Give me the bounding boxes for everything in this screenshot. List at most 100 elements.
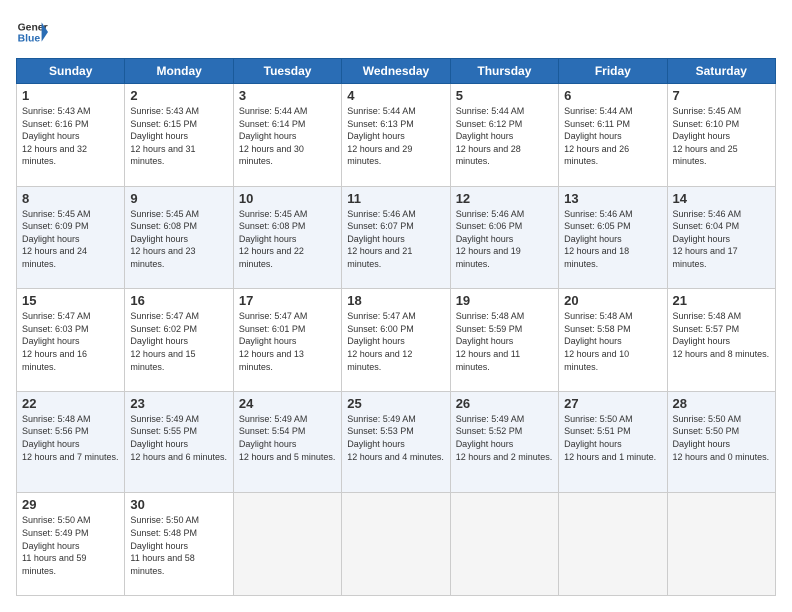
day-number: 11 xyxy=(347,191,444,206)
calendar-week-row: 1 Sunrise: 5:43 AMSunset: 6:16 PMDayligh… xyxy=(17,84,776,187)
table-row: 20 Sunrise: 5:48 AMSunset: 5:58 PMDaylig… xyxy=(559,289,667,392)
day-number: 13 xyxy=(564,191,661,206)
table-row: 19 Sunrise: 5:48 AMSunset: 5:59 PMDaylig… xyxy=(450,289,558,392)
day-info: Sunrise: 5:44 AMSunset: 6:11 PMDaylight … xyxy=(564,106,633,166)
table-row: 28 Sunrise: 5:50 AMSunset: 5:50 PMDaylig… xyxy=(667,391,775,493)
day-info: Sunrise: 5:49 AMSunset: 5:55 PMDaylight … xyxy=(130,414,227,462)
day-info: Sunrise: 5:46 AMSunset: 6:06 PMDaylight … xyxy=(456,209,525,269)
day-number: 5 xyxy=(456,88,553,103)
day-number: 25 xyxy=(347,396,444,411)
day-number: 12 xyxy=(456,191,553,206)
table-row: 7 Sunrise: 5:45 AMSunset: 6:10 PMDayligh… xyxy=(667,84,775,187)
table-row: 17 Sunrise: 5:47 AMSunset: 6:01 PMDaylig… xyxy=(233,289,341,392)
table-row: 30 Sunrise: 5:50 AMSunset: 5:48 PMDaylig… xyxy=(125,493,233,596)
table-row: 11 Sunrise: 5:46 AMSunset: 6:07 PMDaylig… xyxy=(342,186,450,289)
day-info: Sunrise: 5:49 AMSunset: 5:53 PMDaylight … xyxy=(347,414,444,462)
calendar-week-row: 8 Sunrise: 5:45 AMSunset: 6:09 PMDayligh… xyxy=(17,186,776,289)
day-info: Sunrise: 5:47 AMSunset: 6:02 PMDaylight … xyxy=(130,311,199,371)
day-info: Sunrise: 5:50 AMSunset: 5:48 PMDaylight … xyxy=(130,515,199,575)
table-row: 27 Sunrise: 5:50 AMSunset: 5:51 PMDaylig… xyxy=(559,391,667,493)
day-number: 21 xyxy=(673,293,770,308)
day-info: Sunrise: 5:45 AMSunset: 6:08 PMDaylight … xyxy=(130,209,199,269)
day-info: Sunrise: 5:44 AMSunset: 6:13 PMDaylight … xyxy=(347,106,416,166)
day-info: Sunrise: 5:45 AMSunset: 6:10 PMDaylight … xyxy=(673,106,742,166)
table-row: 21 Sunrise: 5:48 AMSunset: 5:57 PMDaylig… xyxy=(667,289,775,392)
day-info: Sunrise: 5:43 AMSunset: 6:15 PMDaylight … xyxy=(130,106,199,166)
table-row: 3 Sunrise: 5:44 AMSunset: 6:14 PMDayligh… xyxy=(233,84,341,187)
table-row: 6 Sunrise: 5:44 AMSunset: 6:11 PMDayligh… xyxy=(559,84,667,187)
day-number: 4 xyxy=(347,88,444,103)
table-row: 29 Sunrise: 5:50 AMSunset: 5:49 PMDaylig… xyxy=(17,493,125,596)
day-number: 7 xyxy=(673,88,770,103)
day-info: Sunrise: 5:49 AMSunset: 5:52 PMDaylight … xyxy=(456,414,553,462)
col-tuesday: Tuesday xyxy=(233,59,341,84)
table-row: 12 Sunrise: 5:46 AMSunset: 6:06 PMDaylig… xyxy=(450,186,558,289)
calendar-week-row: 29 Sunrise: 5:50 AMSunset: 5:49 PMDaylig… xyxy=(17,493,776,596)
table-row: 26 Sunrise: 5:49 AMSunset: 5:52 PMDaylig… xyxy=(450,391,558,493)
day-number: 23 xyxy=(130,396,227,411)
table-row: 23 Sunrise: 5:49 AMSunset: 5:55 PMDaylig… xyxy=(125,391,233,493)
table-row: 13 Sunrise: 5:46 AMSunset: 6:05 PMDaylig… xyxy=(559,186,667,289)
table-row: 18 Sunrise: 5:47 AMSunset: 6:00 PMDaylig… xyxy=(342,289,450,392)
day-number: 30 xyxy=(130,497,227,512)
day-info: Sunrise: 5:48 AMSunset: 5:58 PMDaylight … xyxy=(564,311,633,371)
day-number: 8 xyxy=(22,191,119,206)
table-row: 25 Sunrise: 5:49 AMSunset: 5:53 PMDaylig… xyxy=(342,391,450,493)
calendar-week-row: 22 Sunrise: 5:48 AMSunset: 5:56 PMDaylig… xyxy=(17,391,776,493)
day-number: 19 xyxy=(456,293,553,308)
day-number: 3 xyxy=(239,88,336,103)
day-info: Sunrise: 5:49 AMSunset: 5:54 PMDaylight … xyxy=(239,414,336,462)
day-number: 28 xyxy=(673,396,770,411)
logo-icon: General Blue xyxy=(16,16,48,48)
day-number: 29 xyxy=(22,497,119,512)
table-row: 22 Sunrise: 5:48 AMSunset: 5:56 PMDaylig… xyxy=(17,391,125,493)
day-number: 15 xyxy=(22,293,119,308)
col-monday: Monday xyxy=(125,59,233,84)
day-info: Sunrise: 5:45 AMSunset: 6:09 PMDaylight … xyxy=(22,209,91,269)
calendar-week-row: 15 Sunrise: 5:47 AMSunset: 6:03 PMDaylig… xyxy=(17,289,776,392)
day-number: 1 xyxy=(22,88,119,103)
table-row: 10 Sunrise: 5:45 AMSunset: 6:08 PMDaylig… xyxy=(233,186,341,289)
table-row: 14 Sunrise: 5:46 AMSunset: 6:04 PMDaylig… xyxy=(667,186,775,289)
day-number: 9 xyxy=(130,191,227,206)
day-info: Sunrise: 5:47 AMSunset: 6:03 PMDaylight … xyxy=(22,311,91,371)
day-info: Sunrise: 5:44 AMSunset: 6:12 PMDaylight … xyxy=(456,106,525,166)
day-info: Sunrise: 5:46 AMSunset: 6:07 PMDaylight … xyxy=(347,209,416,269)
day-number: 26 xyxy=(456,396,553,411)
day-number: 18 xyxy=(347,293,444,308)
day-number: 6 xyxy=(564,88,661,103)
table-row xyxy=(559,493,667,596)
day-number: 10 xyxy=(239,191,336,206)
table-row: 5 Sunrise: 5:44 AMSunset: 6:12 PMDayligh… xyxy=(450,84,558,187)
day-info: Sunrise: 5:48 AMSunset: 5:59 PMDaylight … xyxy=(456,311,525,371)
day-number: 24 xyxy=(239,396,336,411)
table-row: 4 Sunrise: 5:44 AMSunset: 6:13 PMDayligh… xyxy=(342,84,450,187)
logo: General Blue xyxy=(16,16,48,48)
day-info: Sunrise: 5:50 AMSunset: 5:51 PMDaylight … xyxy=(564,414,656,462)
table-row xyxy=(342,493,450,596)
col-friday: Friday xyxy=(559,59,667,84)
table-row xyxy=(233,493,341,596)
table-row xyxy=(667,493,775,596)
table-row: 16 Sunrise: 5:47 AMSunset: 6:02 PMDaylig… xyxy=(125,289,233,392)
day-info: Sunrise: 5:48 AMSunset: 5:57 PMDaylight … xyxy=(673,311,770,359)
calendar: Sunday Monday Tuesday Wednesday Thursday… xyxy=(16,58,776,596)
day-info: Sunrise: 5:44 AMSunset: 6:14 PMDaylight … xyxy=(239,106,308,166)
table-row xyxy=(450,493,558,596)
table-row: 8 Sunrise: 5:45 AMSunset: 6:09 PMDayligh… xyxy=(17,186,125,289)
page: General Blue Sunday Monday Tuesday Wedne… xyxy=(0,0,792,612)
header: General Blue xyxy=(16,16,776,48)
day-number: 17 xyxy=(239,293,336,308)
day-number: 20 xyxy=(564,293,661,308)
day-info: Sunrise: 5:46 AMSunset: 6:05 PMDaylight … xyxy=(564,209,633,269)
col-saturday: Saturday xyxy=(667,59,775,84)
day-number: 27 xyxy=(564,396,661,411)
col-thursday: Thursday xyxy=(450,59,558,84)
day-info: Sunrise: 5:45 AMSunset: 6:08 PMDaylight … xyxy=(239,209,308,269)
table-row: 2 Sunrise: 5:43 AMSunset: 6:15 PMDayligh… xyxy=(125,84,233,187)
day-info: Sunrise: 5:46 AMSunset: 6:04 PMDaylight … xyxy=(673,209,742,269)
day-info: Sunrise: 5:48 AMSunset: 5:56 PMDaylight … xyxy=(22,414,119,462)
day-info: Sunrise: 5:47 AMSunset: 6:00 PMDaylight … xyxy=(347,311,416,371)
table-row: 1 Sunrise: 5:43 AMSunset: 6:16 PMDayligh… xyxy=(17,84,125,187)
col-wednesday: Wednesday xyxy=(342,59,450,84)
